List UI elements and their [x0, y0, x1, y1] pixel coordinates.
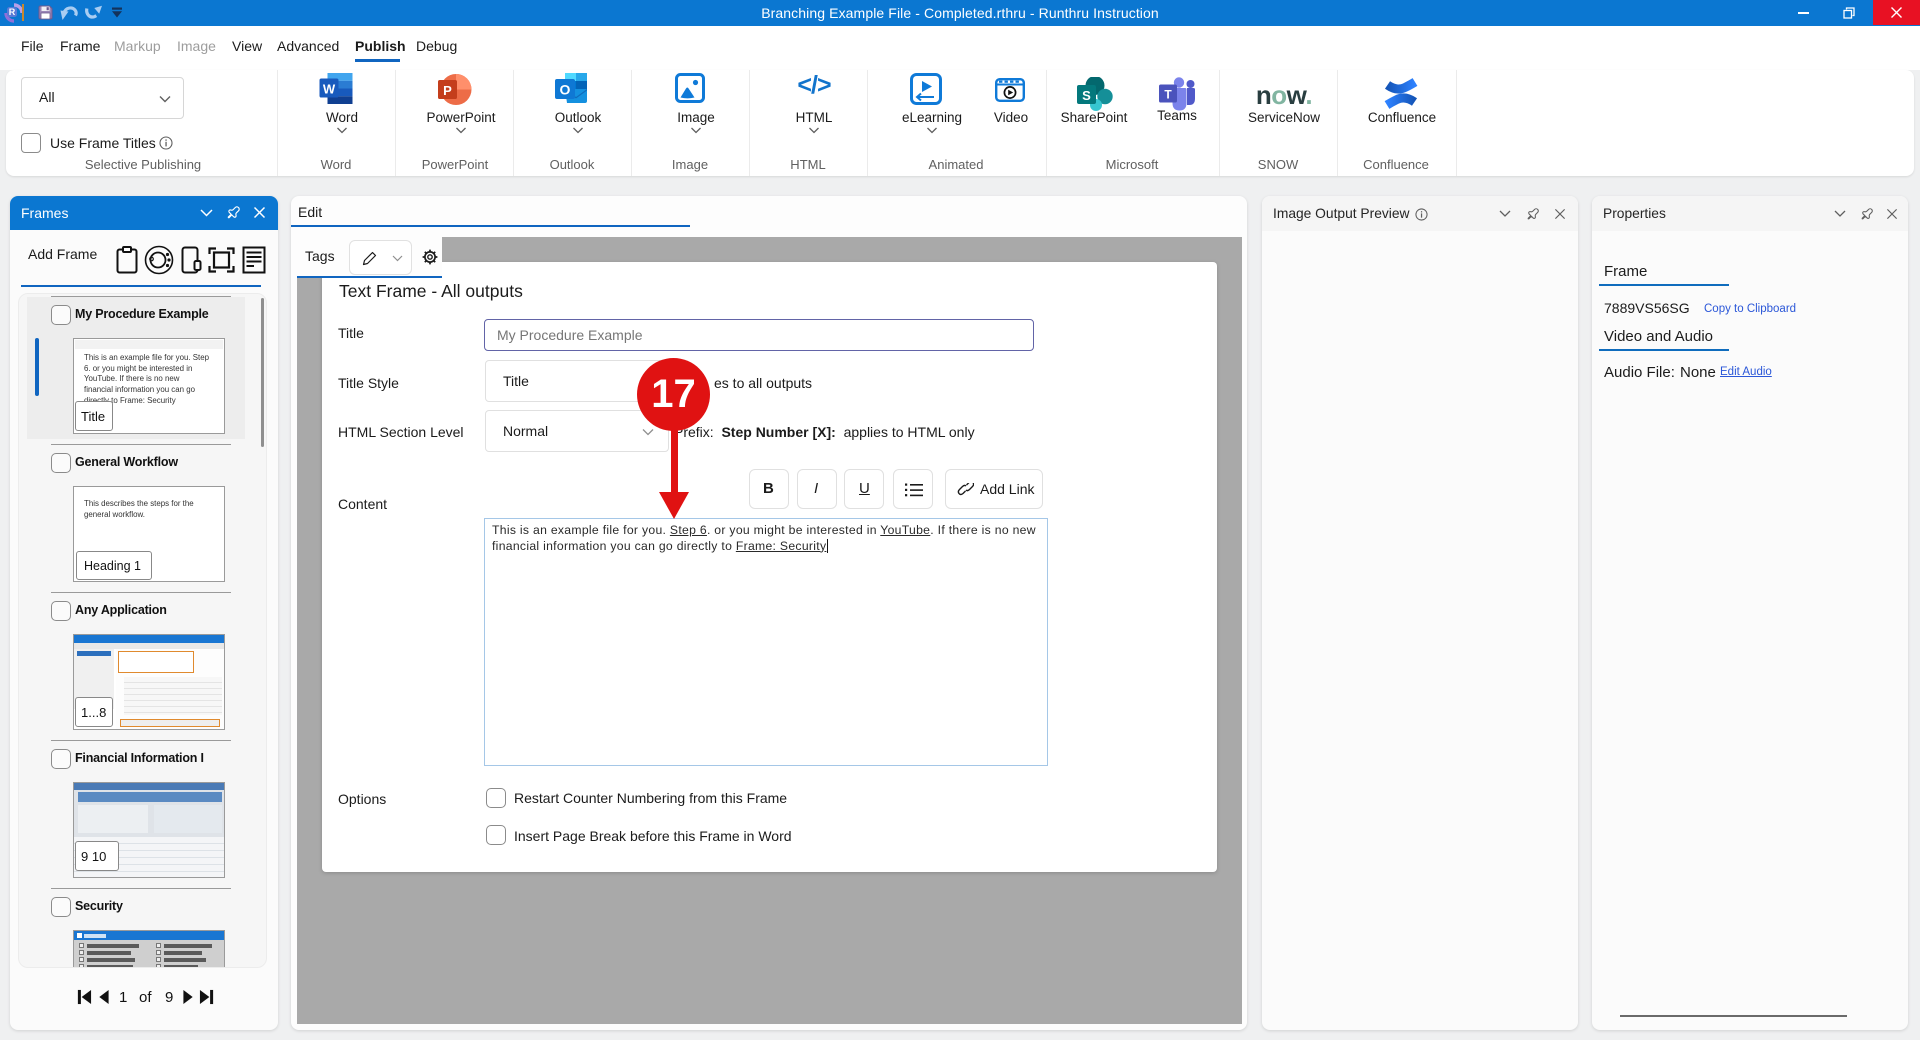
svg-text:S: S: [1082, 88, 1091, 103]
svg-text:O: O: [560, 82, 571, 98]
svg-text:W: W: [323, 82, 336, 97]
svg-text:P: P: [443, 83, 452, 98]
svg-text:T: T: [1164, 88, 1172, 102]
